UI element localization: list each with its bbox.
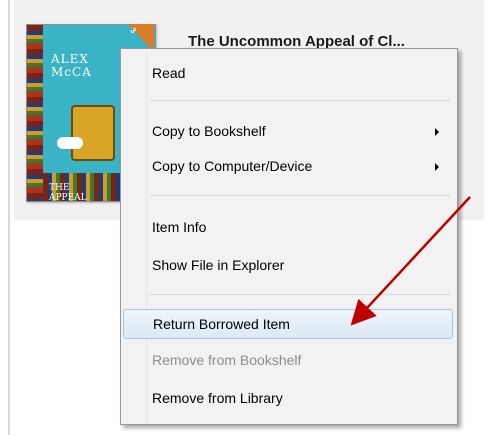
cover-cloud [57,137,83,149]
left-divider [8,0,10,435]
menu-item-copy-to-bookshelf[interactable]: Copy to Bookshelf [123,117,453,147]
menu-separator [150,294,450,295]
cover-title-text: THE APPEAL [49,183,87,202]
menu-item-label: Return Borrowed Item [153,316,290,332]
menu-item-label: Item Info [152,219,207,235]
context-menu: Read Copy to Bookshelf Copy to Computer/… [120,48,458,425]
menu-item-show-file[interactable]: Show File in Explorer [123,251,453,281]
menu-item-remove-from-library[interactable]: Remove from Library [123,384,453,414]
menu-item-label: Remove from Bookshelf [152,352,302,368]
menu-item-remove-from-bookshelf[interactable]: Remove from Bookshelf [123,346,453,376]
menu-item-label: Copy to Computer/Device [152,158,313,174]
menu-separator [150,100,450,101]
menu-item-return-borrowed[interactable]: Return Borrowed Item [123,309,453,339]
cover-illustration [71,105,115,161]
menu-item-label: Read [152,65,186,81]
menu-separator [150,195,450,196]
submenu-arrow-icon [435,163,439,171]
menu-item-label: Copy to Bookshelf [152,123,266,139]
cover-spine-pattern [27,25,43,201]
submenu-arrow-icon [435,128,439,136]
cover-author-text: ALEX McCA [51,52,92,79]
menu-item-label: Show File in Explorer [152,257,285,273]
menu-item-copy-to-device[interactable]: Copy to Computer/Device [123,152,453,182]
menu-item-item-info[interactable]: Item Info [123,213,453,243]
menu-item-read[interactable]: Read [123,59,453,89]
menu-item-label: Remove from Library [152,390,283,406]
